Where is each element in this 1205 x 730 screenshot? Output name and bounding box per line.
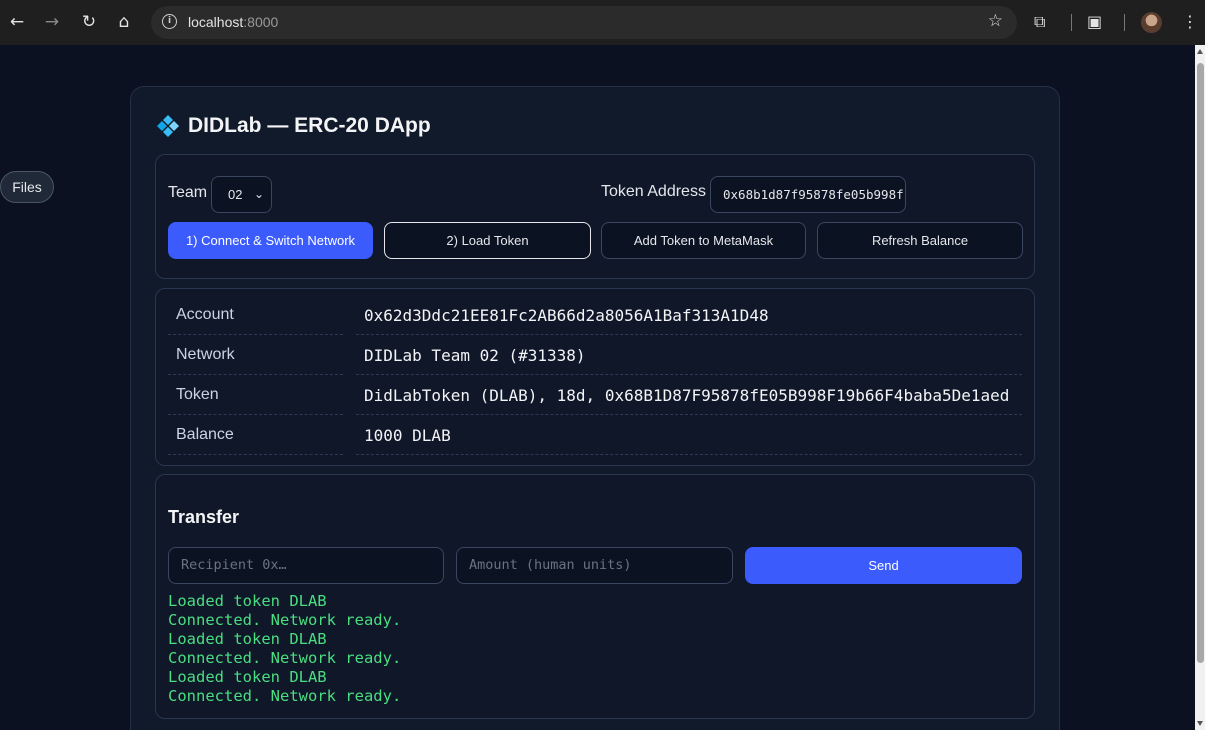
info-row-balance: Balance 1000 DLAB [168, 415, 1023, 455]
log-line: Loaded token DLAB [168, 592, 327, 610]
forward-icon[interactable]: → [42, 10, 62, 34]
address-bar[interactable]: i localhost:8000 ☆ [151, 6, 1017, 39]
account-address: 0x62d3Ddc21EE81Fc2AB66d2a8056A1Baf313A1D… [356, 295, 1022, 335]
balance-value: 1000 DLAB [356, 415, 1022, 455]
network-value: DIDLab Team 02 (#31338) [356, 335, 1022, 375]
token-address-input[interactable]: 0x68b1d87f95878fe05b998f19b66f4baba5de1a… [710, 176, 906, 213]
toolbar-divider [1124, 14, 1125, 31]
site-info-icon[interactable]: i [162, 14, 177, 29]
info-row-account: Account 0x62d3Ddc21EE81Fc2AB66d2a8056A1B… [168, 295, 1023, 335]
app-header: DIDLab — ERC-20 DApp [156, 113, 431, 139]
back-icon[interactable]: ← [7, 10, 27, 34]
controls-panel: Team 02 ⌄ Token Address 0x68b1d87f95878f… [155, 154, 1035, 279]
info-key: Balance [168, 415, 343, 455]
info-row-token: Token DidLabToken (DLAB), 18d, 0x68B1D87… [168, 375, 1023, 415]
info-row-network: Network DIDLab Team 02 (#31338) [168, 335, 1023, 375]
chevron-down-icon: ⌄ [253, 187, 264, 201]
status-log: Loaded token DLAB Connected. Network rea… [168, 592, 401, 706]
amount-input[interactable]: Amount (human units) [456, 547, 733, 584]
transfer-title: Transfer [168, 507, 240, 527]
scroll-thumb[interactable] [1197, 63, 1204, 663]
info-key: Token [168, 375, 343, 415]
extensions-icon[interactable]: ⧉ [1034, 10, 1045, 34]
page-scrollbar[interactable] [1195, 45, 1205, 730]
log-line: Loaded token DLAB [168, 630, 327, 648]
tab-search-icon[interactable]: ▣ [1087, 10, 1102, 34]
info-key: Network [168, 335, 343, 375]
team-label: Team [168, 184, 208, 201]
browser-toolbar: ← → ↻ ⌂ i localhost:8000 ☆ ⧉ ▣ ⋮ [0, 0, 1205, 45]
scroll-down-arrow-icon[interactable] [1197, 721, 1203, 726]
send-button[interactable]: Send [745, 547, 1022, 584]
log-line: Connected. Network ready. [168, 687, 402, 705]
url-text[interactable]: localhost:8000 [188, 14, 278, 30]
token-value: DidLabToken (DLAB), 18d, 0x68B1D87F95878… [356, 375, 1022, 415]
dapp-card: DIDLab — ERC-20 DApp Team 02 ⌄ Token Add… [130, 86, 1060, 730]
info-panel: Account 0x62d3Ddc21EE81Fc2AB66d2a8056A1B… [155, 288, 1035, 466]
log-line: Connected. Network ready. [168, 649, 402, 667]
log-line: Loaded token DLAB [168, 668, 327, 686]
log-line: Connected. Network ready. [168, 611, 402, 629]
files-button[interactable]: Files [0, 171, 54, 203]
profile-avatar[interactable] [1141, 12, 1162, 33]
bookmark-star-icon[interactable]: ☆ [988, 11, 1003, 31]
refresh-balance-button[interactable]: Refresh Balance [817, 222, 1023, 259]
team-select[interactable]: 02 ⌄ [211, 176, 272, 213]
page-title: DIDLab — ERC-20 DApp [188, 114, 431, 137]
reload-icon[interactable]: ↻ [79, 10, 99, 34]
load-token-button[interactable]: 2) Load Token [384, 222, 591, 259]
diamond-logo-icon [156, 114, 180, 138]
home-icon[interactable]: ⌂ [114, 10, 134, 34]
scroll-up-arrow-icon[interactable] [1197, 49, 1203, 54]
toolbar-divider [1071, 14, 1072, 31]
token-address-label: Token Address [601, 183, 706, 200]
transfer-panel: Transfer Recipient 0x… Amount (human uni… [155, 474, 1035, 719]
info-key: Account [168, 295, 343, 335]
recipient-input[interactable]: Recipient 0x… [168, 547, 444, 584]
add-to-metamask-button[interactable]: Add Token to MetaMask [601, 222, 806, 259]
browser-menu-icon[interactable]: ⋮ [1182, 10, 1198, 34]
connect-network-button[interactable]: 1) Connect & Switch Network [168, 222, 373, 259]
